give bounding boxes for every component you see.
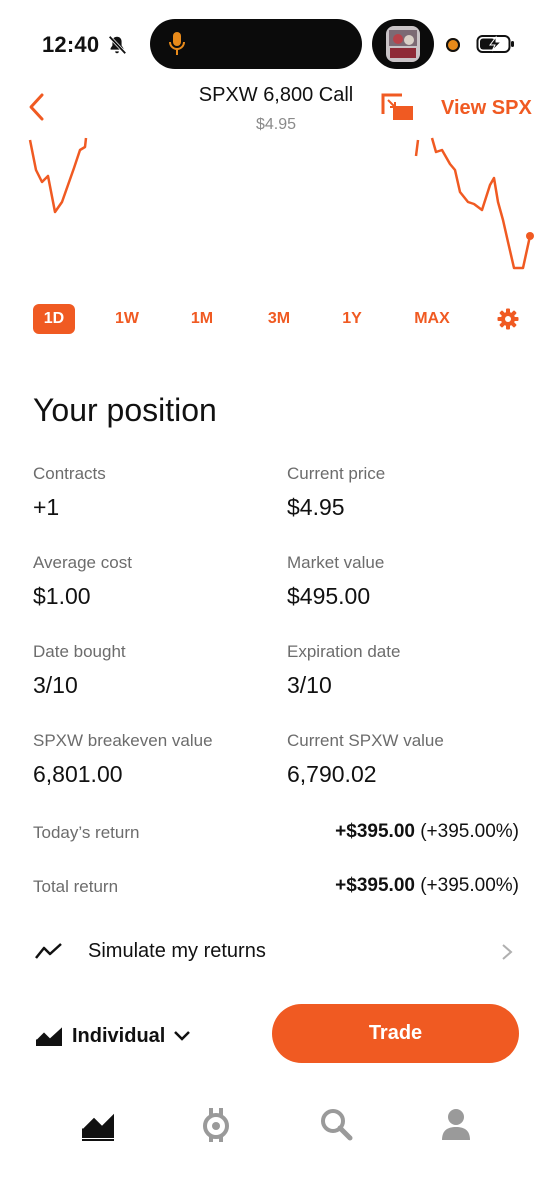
simulate-returns-label: Simulate my returns (88, 940, 266, 962)
investing-icon[interactable] (78, 1104, 118, 1144)
account-label: Individual (72, 1024, 166, 1047)
date-bought-value: 3/10 (33, 672, 78, 698)
market-value-label: Market value (287, 553, 385, 572)
range-3m[interactable]: 3M (258, 304, 300, 334)
account-selector[interactable]: Individual (34, 1016, 191, 1056)
todays-return-label: Today’s return (33, 823, 140, 842)
recording-indicator-icon (446, 38, 460, 52)
current-price-label: Current price (287, 464, 386, 483)
account-icon[interactable] (436, 1104, 476, 1144)
current-spxw-value: 6,790.02 (287, 761, 377, 787)
bell-muted-icon (108, 35, 127, 55)
portfolio-chart-icon (35, 1025, 63, 1046)
status-time: 12:40 (42, 32, 100, 57)
trend-line-icon (35, 943, 62, 959)
expiration-date-value: 3/10 (287, 672, 332, 698)
current-spxw-label: Current SPXW value (287, 731, 444, 750)
picture-in-picture-icon[interactable] (380, 92, 416, 124)
breakeven-value: 6,801.00 (33, 761, 123, 787)
crypto-icon[interactable] (196, 1104, 236, 1144)
chevron-down-icon (174, 1031, 191, 1041)
price-current-dot (526, 232, 534, 240)
contracts-label: Contracts (33, 464, 106, 483)
search-icon[interactable] (316, 1104, 356, 1144)
total-return-label: Total return (33, 877, 119, 896)
breakeven-label: SPXW breakeven value (33, 731, 213, 750)
range-max[interactable]: MAX (405, 304, 459, 334)
expiration-date-label: Expiration date (287, 642, 401, 661)
chevron-right-icon (502, 944, 513, 960)
market-value-value: $495.00 (287, 583, 371, 609)
gear-icon[interactable] (497, 308, 519, 330)
trade-button[interactable]: Trade (272, 1004, 519, 1063)
app-thumbnail-icon (386, 26, 420, 62)
average-cost-label: Average cost (33, 553, 132, 572)
date-bought-label: Date bought (33, 642, 126, 661)
battery-charging-icon (476, 35, 514, 53)
section-title-your-position: Your position (33, 392, 217, 428)
microphone-icon (169, 32, 185, 55)
range-1d[interactable]: 1D (33, 304, 75, 334)
range-1y[interactable]: 1Y (331, 304, 373, 334)
time-range-selector: 1D 1W 1M 3M 1Y MAX (0, 304, 552, 338)
contracts-value: +1 (33, 494, 60, 520)
simulate-returns-row[interactable]: Simulate my returns (0, 928, 552, 976)
total-return-value: +$395.00 (+395.00%) (335, 875, 519, 896)
view-spx-link[interactable]: View SPX (441, 97, 532, 120)
range-1m[interactable]: 1M (181, 304, 223, 334)
average-cost-value: $1.00 (33, 583, 91, 609)
range-1w[interactable]: 1W (106, 304, 148, 334)
price-line-right (430, 137, 532, 270)
current-price-value: $4.95 (287, 494, 345, 520)
price-chart (28, 137, 534, 270)
todays-return-value: +$395.00 (+395.00%) (335, 821, 519, 842)
price-line-left (28, 137, 88, 214)
price-line-fragment (414, 139, 420, 157)
